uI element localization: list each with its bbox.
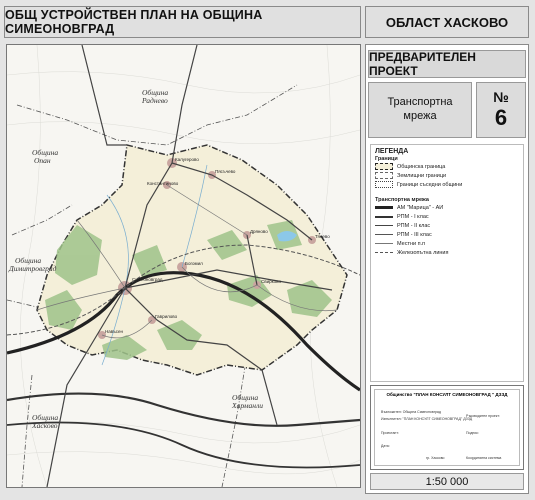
legend-title: ЛЕГЕНДА [375,148,409,155]
map-svg: Община Раднево Община Опан Община Димитр… [7,45,360,487]
legend-item: Землищни граници [375,171,519,180]
stamp-row: Възложител: Община Симеоновград [381,410,441,414]
title-stamp: Общинство "ПЛАН КОНСУЛТ СИМЕОНОВГРАД " Д… [370,385,524,470]
map-scale: 1:50 000 [370,473,524,490]
legend-item: РПМ - I клас [375,212,519,221]
town-label: Тянево [315,234,330,239]
sheet-number-box: № 6 [476,82,526,138]
stamp-row: Дата: [381,444,390,448]
legend-item: АМ "Марица" - АИ [375,203,519,212]
label-neighbor-west2-2: Димитровград [8,264,57,273]
map-view[interactable]: Община Раднево Община Опан Община Димитр… [6,44,361,488]
legend-item: Железопътна линия [375,248,519,257]
legend-item: Граници съседни общини [375,180,519,189]
legend-item: Местни п.п [375,239,519,248]
stamp-row: Ръководител проект: [466,414,501,418]
plan-title: ОБЩ УСТРОЙСТВЕН ПЛАН НА ОБЩИНА СИМЕОНОВГ… [4,6,361,38]
stamp-row: Изпълнител: "ПЛАН КОНСУЛТ СИМЕОНОВГРАД" … [381,417,473,421]
label-neighbor-west1-2: Опан [34,156,51,165]
town-label: Пясъчево [215,169,236,174]
stamp-company: Общинство "ПЛАН КОНСУЛТ СИМЕОНОВГРАД " Д… [386,392,508,397]
stamp-row: гр. Хасково [426,456,445,460]
stamp-row: Координатна система [466,456,502,460]
region-title: ОБЛАСТ ХАСКОВО [365,6,529,38]
label-neighbor-sw-2: Хасково [31,421,58,430]
town-label: Калугерово [175,157,199,162]
town-label: Гаврилово [155,314,178,319]
town-label: Симеоновград [132,277,163,282]
town-label: Дряново [250,229,268,234]
town-label: Константиново [147,181,179,186]
stamp-row: Проектант: [381,431,399,435]
sheet-title-line2: мрежа [403,110,437,122]
sheet-title: Транспортна мрежа [368,82,472,138]
legend-item: РПМ - III клас [375,230,519,239]
sheet-number: 6 [494,105,508,130]
stamp-row: Подпис: [466,431,480,435]
town-label: Свирково [261,279,282,284]
town-label: Навъсен [105,329,124,334]
legend-item: Общинска граница [375,162,519,171]
legend: ЛЕГЕНДА Граници Общинска граница Землищн… [370,144,524,382]
label-neighbor-south-2: Харманли [231,401,263,410]
town-label: Богомил [185,261,203,266]
project-stage: ПРЕДВАРИТЕЛЕН ПРОЕКТ [368,50,526,78]
label-neighbor-north-2: Раднево [141,96,168,105]
legend-item: РПМ - II клас [375,221,519,230]
sheet-title-line1: Транспортна [387,96,453,109]
sheet-number-label: № [493,89,509,105]
